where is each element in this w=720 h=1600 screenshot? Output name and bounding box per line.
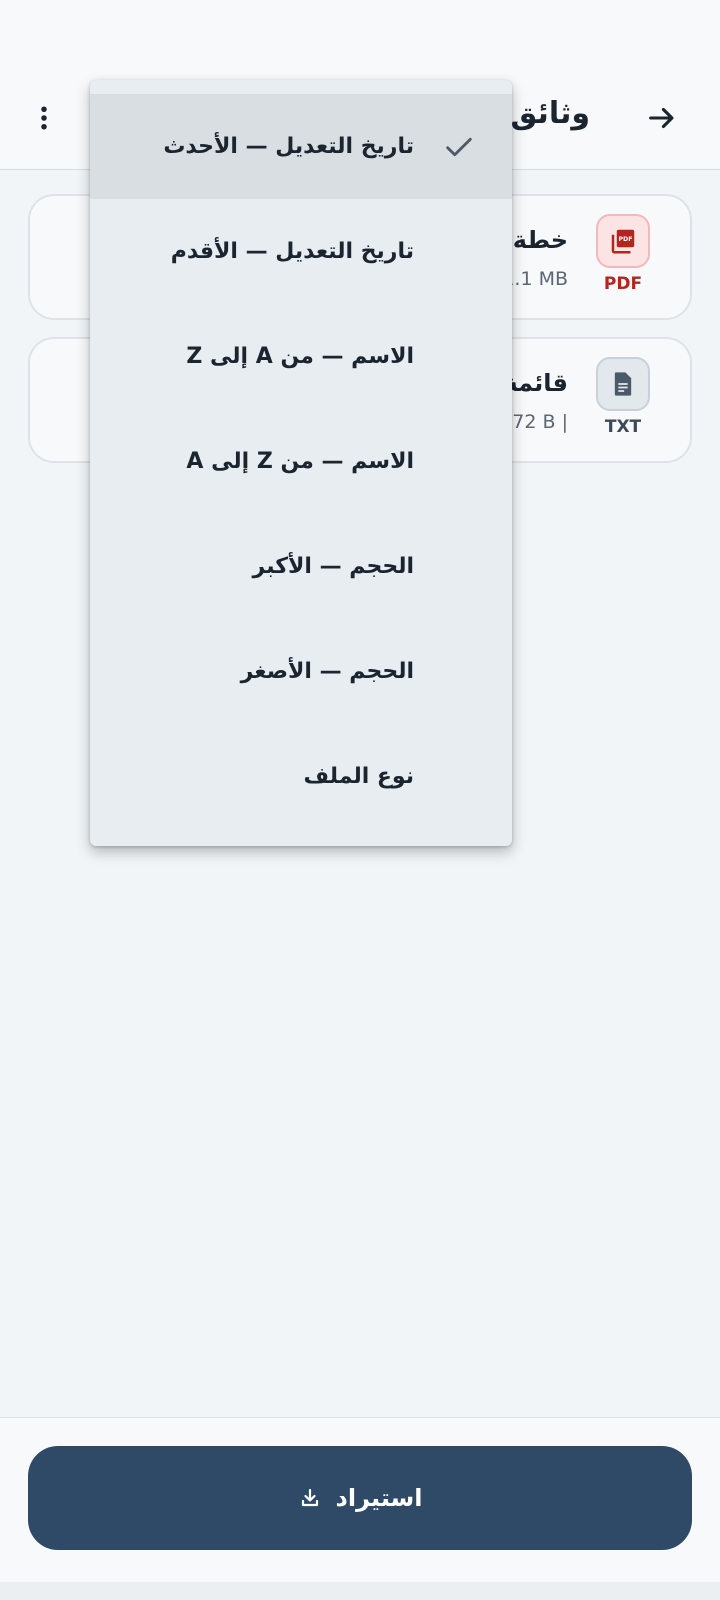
sort-option-label: تاريخ التعديل — الأحدث <box>163 134 414 159</box>
system-nav-bar <box>0 1582 720 1600</box>
import-button-label: استيراد <box>335 1484 423 1512</box>
more-vert-icon <box>41 106 47 130</box>
file-name: قائمة <box>503 369 568 397</box>
file-name: خطة <box>512 226 568 254</box>
screen: وثائق PDF PDF خطة 1.1 MB TXT قائمة 72 B … <box>0 0 720 1600</box>
sort-option-modified-newest[interactable]: تاريخ التعديل — الأحدث <box>90 94 512 199</box>
file-size: 1.1 MB <box>502 268 568 290</box>
sort-menu: تاريخ التعديل — الأحدث تاريخ التعديل — ا… <box>90 80 512 846</box>
pdf-icon: PDF <box>611 229 635 254</box>
sort-option-name-z-a[interactable]: الاسم — من Z إلى A <box>90 409 512 514</box>
file-type-label: TXT <box>604 417 642 437</box>
sort-option-label: الحجم — الأصغر <box>240 659 414 684</box>
import-button[interactable]: استيراد <box>28 1446 692 1550</box>
sort-option-label: الحجم — الأكبر <box>252 554 414 579</box>
file-type-badge <box>596 357 650 411</box>
back-button[interactable] <box>638 94 686 142</box>
sort-option-label: الاسم — من Z إلى A <box>186 449 414 474</box>
description-icon <box>614 372 632 396</box>
download-icon <box>301 1488 318 1507</box>
sort-option-file-type[interactable]: نوع الملف <box>90 724 512 829</box>
sort-option-size-smallest[interactable]: الحجم — الأصغر <box>90 619 512 724</box>
sort-option-name-a-z[interactable]: الاسم — من A إلى Z <box>90 304 512 409</box>
arrow-forward-icon <box>649 107 674 129</box>
sort-option-size-largest[interactable]: الحجم — الأكبر <box>90 514 512 619</box>
file-size: 72 B | <box>512 411 568 433</box>
sort-option-label: الاسم — من A إلى Z <box>186 344 414 369</box>
file-type-badge: PDF <box>596 214 650 268</box>
sort-option-modified-oldest[interactable]: تاريخ التعديل — الأقدم <box>90 199 512 304</box>
page-title: وثائق <box>510 96 590 131</box>
svg-text:PDF: PDF <box>618 236 632 243</box>
more-options-button[interactable] <box>20 94 68 142</box>
sort-option-label: تاريخ التعديل — الأقدم <box>170 239 414 264</box>
sort-option-label: نوع الملف <box>303 764 414 789</box>
check-icon <box>446 137 472 157</box>
bottom-action-bar: استيراد <box>0 1417 720 1582</box>
file-type-label: PDF <box>603 274 643 294</box>
